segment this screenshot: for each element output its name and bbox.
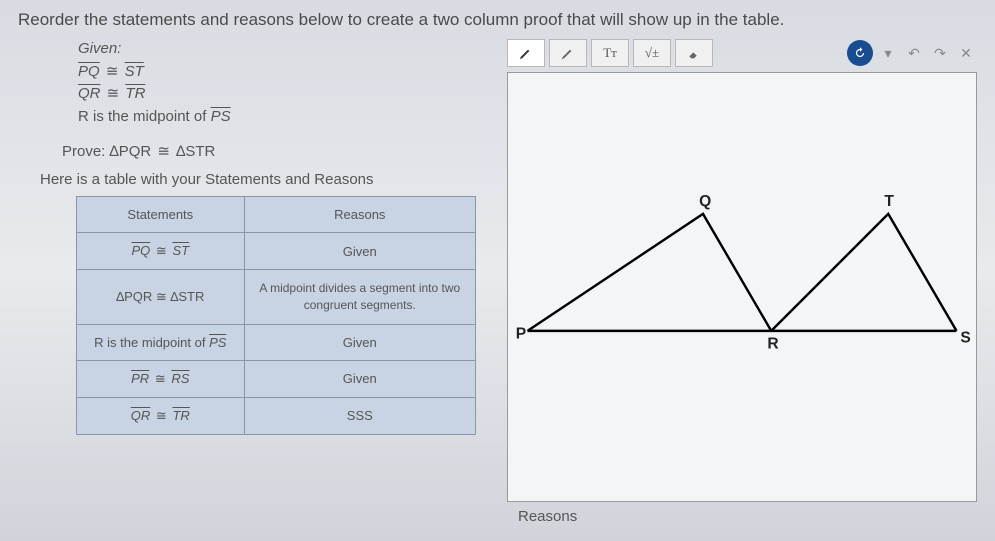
here-is-text: Here is a table with your Statements and… — [40, 171, 493, 188]
pencil-icon — [560, 45, 576, 61]
stmt-cell[interactable]: ∆PQR ≅ ∆STR — [77, 270, 245, 325]
point-label-r: R — [767, 335, 778, 352]
text-icon: Tт — [603, 45, 617, 61]
table-header-row: Statements Reasons — [77, 197, 476, 233]
drawing-toolbar: Tт √± ▾ ↶ ↷ ✕ — [507, 38, 977, 68]
eraser-icon — [686, 45, 702, 61]
pen-icon — [518, 45, 534, 61]
given3-seg: PS — [211, 106, 231, 129]
undo-button[interactable] — [847, 40, 873, 66]
triangle-rts — [771, 214, 956, 331]
seg: PQ — [132, 243, 151, 258]
given-line-1: PQ ≅ ST — [78, 61, 493, 84]
reasons-input-label: Reasons — [518, 508, 577, 525]
th-statements: Statements — [77, 197, 245, 233]
math-icon: √± — [645, 45, 659, 61]
main-row: Given: PQ ≅ ST QR ≅ TR R is the midpoint… — [18, 38, 977, 502]
stmt-cell[interactable]: QR ≅ TR — [77, 397, 245, 434]
given-label: Given: — [78, 38, 493, 61]
op: ≅ — [154, 243, 169, 258]
reason-cell[interactable]: Given — [244, 233, 475, 270]
reason-cell[interactable]: SSS — [244, 397, 475, 434]
triangle-diagram: P Q R T S — [508, 73, 976, 501]
given-line-2: QR ≅ TR — [78, 83, 493, 106]
given2-seg-b: TR — [125, 83, 145, 106]
drawing-canvas[interactable]: P Q R T S Reasons — [507, 72, 977, 502]
op: ≅ — [154, 408, 169, 423]
seg: ST — [172, 243, 189, 258]
reason-cell[interactable]: Given — [244, 324, 475, 360]
triangle-pqr — [528, 214, 772, 331]
table-row[interactable]: QR ≅ TR SSS — [77, 397, 476, 434]
dropdown-button[interactable]: ▾ — [877, 42, 899, 64]
table-row[interactable]: ∆PQR ≅ ∆STR A midpoint divides a segment… — [77, 270, 476, 325]
proof-table: Statements Reasons PQ ≅ ST Given ∆PQR ≅ … — [76, 196, 476, 435]
prove-op: ≅ — [155, 144, 172, 160]
right-column: Tт √± ▾ ↶ ↷ ✕ P Q R T S — [507, 38, 977, 502]
op: ≅ — [153, 371, 168, 386]
given1-seg-a: PQ — [78, 61, 100, 84]
seg: RS — [171, 371, 189, 386]
reason-cell[interactable]: Given — [244, 360, 475, 397]
stmt-cell[interactable]: PR ≅ RS — [77, 360, 245, 397]
left-column: Given: PQ ≅ ST QR ≅ TR R is the midpoint… — [18, 38, 493, 502]
seg: PS — [209, 335, 226, 350]
table-row[interactable]: PQ ≅ ST Given — [77, 233, 476, 270]
reason-cell[interactable]: A midpoint divides a segment into two co… — [244, 270, 475, 325]
given3-text: R is the midpoint of — [78, 108, 211, 125]
close-button[interactable]: ✕ — [955, 42, 977, 64]
table-row[interactable]: PR ≅ RS Given — [77, 360, 476, 397]
th-reasons: Reasons — [244, 197, 475, 233]
point-label-q: Q — [699, 193, 711, 210]
seg: QR — [131, 408, 151, 423]
history-forward-button[interactable]: ↷ — [929, 42, 951, 64]
instruction-text: Reorder the statements and reasons below… — [18, 10, 977, 30]
text-tool-button[interactable]: Tт — [591, 39, 629, 67]
given-block: Given: PQ ≅ ST QR ≅ TR R is the midpoint… — [78, 38, 493, 128]
prove-a: ∆PQR — [110, 143, 152, 160]
pen-tool-button[interactable] — [507, 39, 545, 67]
given1-seg-b: ST — [125, 61, 144, 84]
point-label-p: P — [516, 326, 526, 343]
point-label-t: T — [884, 193, 894, 210]
eraser-tool-button[interactable] — [675, 39, 713, 67]
prove-line: Prove: ∆PQR ≅ ∆STR — [62, 142, 493, 161]
stmt-cell[interactable]: R is the midpoint of PS — [77, 324, 245, 360]
given-line-3: R is the midpoint of PS — [78, 106, 493, 129]
history-back-button[interactable]: ↶ — [903, 42, 925, 64]
seg: PR — [131, 371, 149, 386]
prove-b: ∆STR — [176, 143, 215, 160]
txt: R is the midpoint of — [94, 335, 209, 350]
undo-icon — [853, 46, 867, 60]
prove-label: Prove: — [62, 143, 110, 160]
seg: TR — [172, 408, 189, 423]
stmt-cell[interactable]: PQ ≅ ST — [77, 233, 245, 270]
point-label-s: S — [960, 330, 970, 347]
given2-seg-a: QR — [78, 83, 101, 106]
pencil-tool-button[interactable] — [549, 39, 587, 67]
table-row[interactable]: R is the midpoint of PS Given — [77, 324, 476, 360]
given1-op: ≅ — [104, 64, 121, 80]
math-tool-button[interactable]: √± — [633, 39, 671, 67]
given2-op: ≅ — [105, 86, 122, 102]
